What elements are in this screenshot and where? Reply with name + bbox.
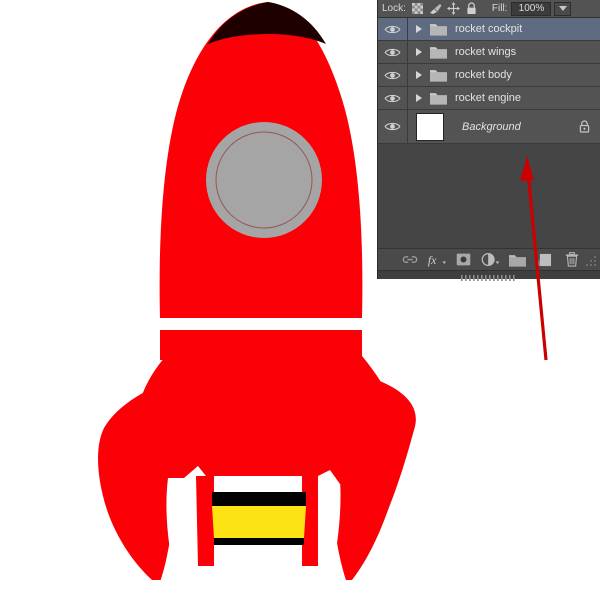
delete-layer-trash-icon[interactable] — [558, 250, 585, 270]
eye-icon — [384, 24, 401, 35]
layer-list[interactable]: rocket cockpit — [378, 18, 600, 248]
lock-all-icon[interactable] — [464, 1, 480, 16]
chevron-down-icon[interactable] — [554, 2, 571, 16]
eye-icon — [384, 70, 401, 81]
link-layers-icon[interactable] — [396, 250, 423, 270]
expand-group-triangle-icon[interactable] — [411, 25, 427, 33]
layers-panel-bottom-toolbar[interactable]: fx — [378, 248, 600, 270]
lock-image-pixels-icon[interactable] — [428, 1, 444, 16]
eye-icon — [384, 93, 401, 104]
expand-group-triangle-icon[interactable] — [411, 48, 427, 56]
lower-body-top — [160, 330, 362, 360]
eye-icon — [384, 47, 401, 58]
engine-yellow — [212, 506, 306, 538]
new-layer-icon[interactable] — [531, 250, 558, 270]
layer-name-label[interactable]: Background — [462, 121, 572, 133]
layer-name-label[interactable]: rocket body — [455, 69, 600, 81]
lock-label: Lock: — [382, 3, 406, 14]
white-stripe — [158, 318, 364, 330]
panel-resize-grip[interactable] — [584, 254, 598, 268]
layer-name-label[interactable]: rocket cockpit — [455, 23, 600, 35]
svg-text:fx: fx — [427, 253, 436, 267]
rocket-lower-body — [134, 356, 398, 484]
layer-style-fx-icon[interactable]: fx — [423, 250, 450, 270]
add-layer-mask-icon[interactable] — [450, 250, 477, 270]
layer-row-rocket-body[interactable]: rocket body — [378, 64, 600, 87]
expand-group-triangle-icon[interactable] — [411, 71, 427, 79]
panel-drag-grip[interactable] — [461, 272, 517, 278]
new-group-folder-icon[interactable] — [504, 250, 531, 270]
panel-footer-strip[interactable] — [378, 270, 600, 279]
layer-locked-padlock-icon — [572, 120, 596, 133]
lock-transparent-pixels-icon[interactable] — [410, 1, 426, 16]
group-folder-icon — [427, 68, 449, 82]
layer-thumbnail[interactable] — [410, 110, 450, 143]
fill-label: Fill: — [492, 3, 508, 14]
white-swatch-thumbnail — [416, 113, 444, 141]
screenshot-root: Lock: — [0, 0, 600, 600]
group-folder-icon — [427, 91, 449, 105]
layers-panel[interactable]: Lock: — [377, 0, 600, 279]
layer-row-rocket-cockpit[interactable]: rocket cockpit — [378, 18, 600, 41]
fill-value-field[interactable]: 100% — [511, 2, 551, 16]
layer-visibility-toggle[interactable] — [378, 18, 408, 40]
layer-visibility-toggle[interactable] — [378, 64, 408, 86]
adjustment-layer-icon[interactable] — [477, 250, 504, 270]
lock-position-icon[interactable] — [446, 1, 462, 16]
layer-row-background[interactable]: Background — [378, 110, 600, 144]
layer-visibility-toggle[interactable] — [378, 87, 408, 109]
layer-name-label[interactable]: rocket wings — [455, 46, 600, 58]
expand-group-triangle-icon[interactable] — [411, 94, 427, 102]
porthole-window-outer — [206, 122, 322, 238]
layer-row-rocket-engine[interactable]: rocket engine — [378, 87, 600, 110]
engine-black-top — [212, 492, 306, 506]
layer-row-rocket-wings[interactable]: rocket wings — [378, 41, 600, 64]
layer-name-label[interactable]: rocket engine — [455, 92, 600, 104]
engine-black-bottom — [214, 538, 304, 545]
group-folder-icon — [427, 22, 449, 36]
group-folder-icon — [427, 45, 449, 59]
eye-icon — [384, 121, 401, 132]
layer-visibility-toggle[interactable] — [378, 110, 408, 143]
layer-visibility-toggle[interactable] — [378, 41, 408, 63]
layer-lock-toolbar[interactable]: Lock: — [378, 0, 600, 18]
center-leg-left — [196, 476, 214, 566]
